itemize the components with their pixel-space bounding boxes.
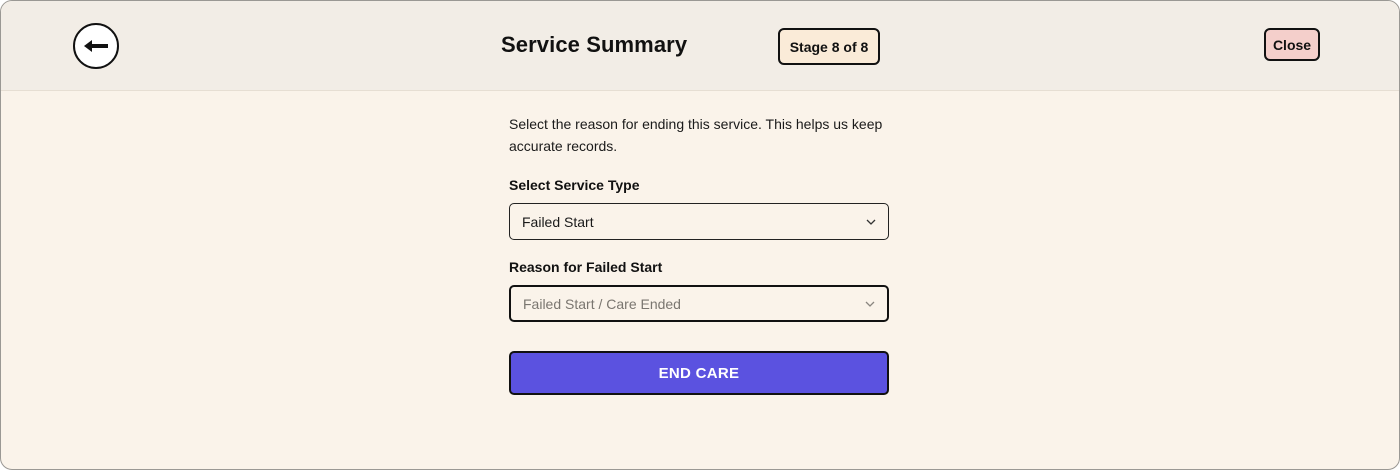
header-bar: Service Summary Stage 8 of 8 Close (1, 1, 1399, 91)
stage-badge: Stage 8 of 8 (778, 28, 880, 65)
service-type-label: Select Service Type (509, 177, 640, 193)
end-service-form: Select the reason for ending this servic… (509, 113, 889, 395)
end-care-button[interactable]: END CARE (509, 351, 889, 395)
instructions-text: Select the reason for ending this servic… (509, 116, 883, 154)
reason-value: Failed Start / Care Ended (523, 295, 681, 312)
page-title: Service Summary (501, 32, 688, 57)
chevron-down-icon (866, 219, 876, 225)
arrow-left-icon (84, 40, 108, 52)
service-summary-window: Service Summary Stage 8 of 8 Close Selec… (0, 0, 1400, 470)
service-type-select[interactable]: Failed Start (509, 203, 889, 240)
chevron-down-icon (865, 301, 875, 307)
close-button[interactable]: Close (1264, 28, 1320, 61)
back-button[interactable] (73, 23, 119, 69)
reason-select[interactable]: Failed Start / Care Ended (509, 285, 889, 322)
reason-label: Reason for Failed Start (509, 259, 663, 275)
service-type-value: Failed Start (522, 213, 594, 230)
